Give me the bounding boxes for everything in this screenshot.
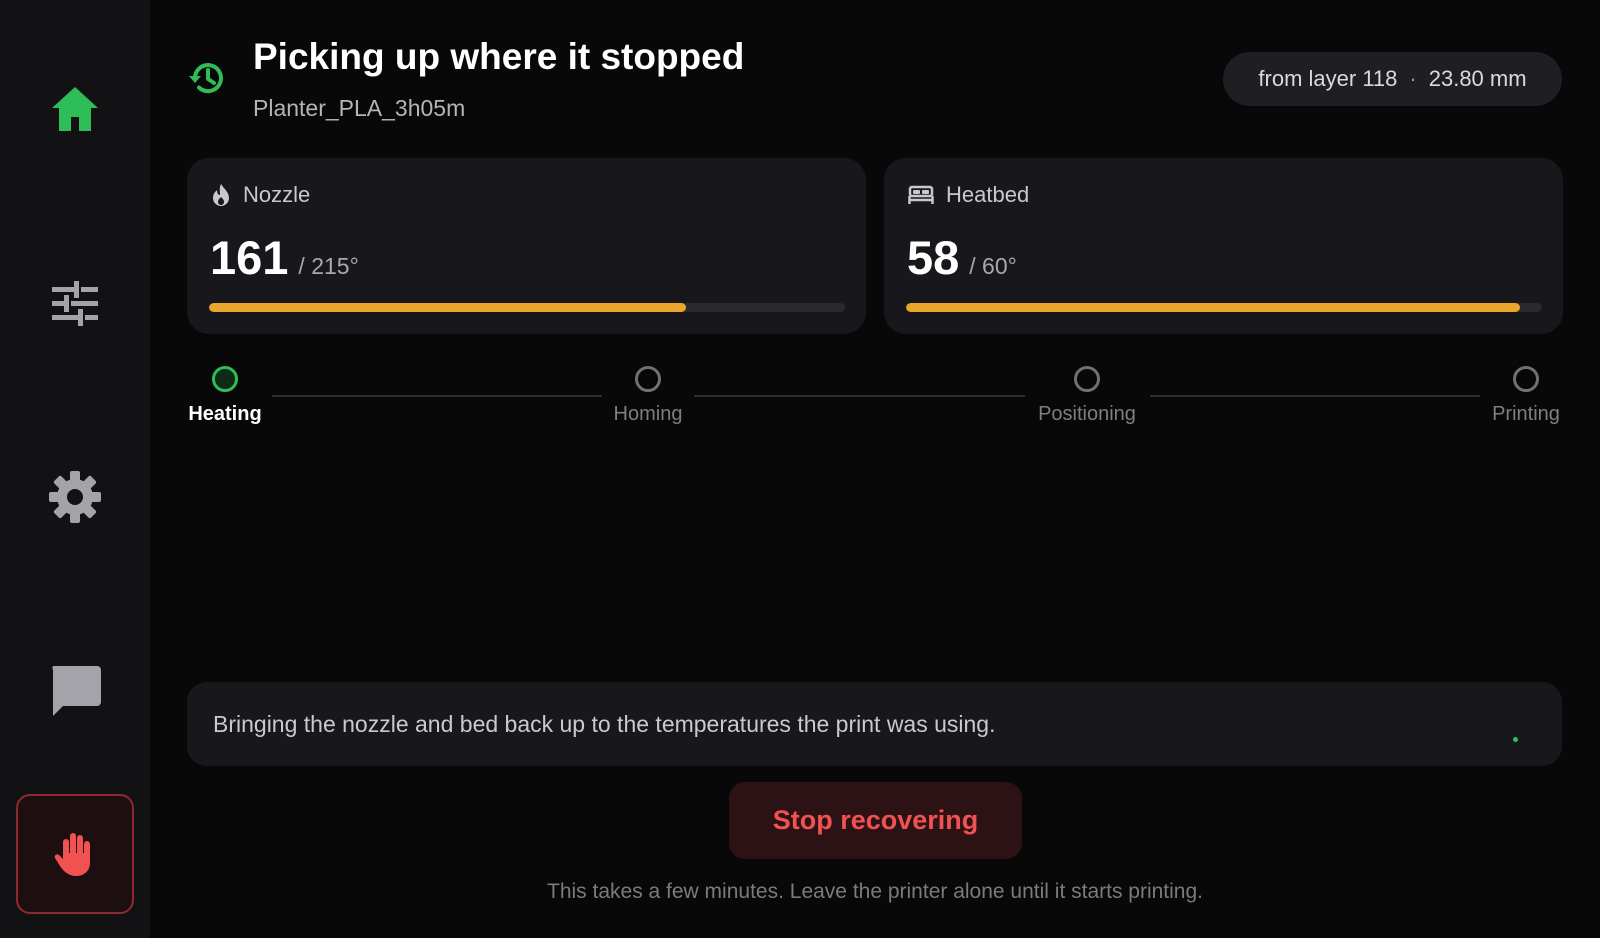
job-filename: Planter_PLA_3h05m — [253, 95, 466, 121]
status-message-box: Bringing the nozzle and bed back up to t… — [187, 682, 1562, 766]
sidebar-item-tune[interactable] — [16, 244, 134, 362]
resume-layer-text: from layer 118 — [1258, 66, 1398, 91]
nozzle-current-temp: 161 — [210, 231, 289, 284]
resume-layer-badge: from layer 118 · 23.80 mm — [1223, 52, 1562, 106]
heatbed-target-temp: / 60° — [969, 253, 1017, 279]
heatbed-progress-fill — [906, 303, 1521, 312]
nozzle-label: Nozzle — [243, 182, 311, 207]
stop-recovering-button[interactable]: Stop recovering — [729, 782, 1022, 859]
step-homing-indicator — [635, 366, 661, 392]
hint-text: This takes a few minutes. Leave the prin… — [547, 880, 1203, 903]
flame-icon — [213, 184, 229, 206]
heatbed-label: Heatbed — [946, 182, 1030, 207]
step-positioning-indicator — [1074, 366, 1100, 392]
heatbed-label-row: Heatbed — [908, 182, 1029, 208]
hand-stop-icon — [54, 833, 90, 876]
step-heating-indicator — [212, 366, 238, 392]
step-connector — [1150, 395, 1480, 397]
bed-icon — [908, 185, 934, 204]
sidebar — [0, 0, 150, 938]
history-icon — [188, 58, 228, 103]
separator-dot: · — [1409, 66, 1417, 91]
heatbed-current-temp: 58 — [907, 231, 960, 284]
step-homing-label: Homing — [613, 403, 683, 425]
heatbed-temp-card: Heatbed 58 / 60° — [884, 158, 1563, 334]
app-root: Picking up where it stopped Planter_PLA_… — [0, 0, 1600, 938]
heatbed-temp-readout: 58 / 60° — [907, 230, 1017, 285]
sidebar-item-settings[interactable] — [16, 438, 134, 556]
nozzle-target-temp: / 215° — [298, 253, 359, 279]
nozzle-label-row: Nozzle — [211, 182, 310, 208]
step-heating-label: Heating — [188, 403, 262, 425]
resume-height-text: 23.80 mm — [1428, 66, 1527, 91]
step-connector — [694, 395, 1025, 397]
sliders-icon — [52, 281, 98, 326]
nozzle-progress-fill — [209, 303, 686, 312]
heatbed-progress-track — [906, 303, 1542, 312]
progress-spinner — [1513, 737, 1518, 742]
step-printing-indicator — [1513, 366, 1539, 392]
status-message: Bringing the nozzle and bed back up to t… — [213, 711, 996, 737]
step-printing-label: Printing — [1492, 403, 1560, 425]
sidebar-item-messages[interactable] — [16, 632, 134, 750]
nozzle-temp-card: Nozzle 161 / 215° — [187, 158, 866, 334]
nozzle-progress-track — [209, 303, 845, 312]
nozzle-temp-readout: 161 / 215° — [210, 230, 359, 285]
step-positioning-label: Positioning — [1038, 403, 1136, 425]
step-connector — [272, 395, 602, 397]
home-icon — [52, 87, 98, 131]
chat-icon — [52, 666, 101, 716]
sidebar-item-home[interactable] — [16, 50, 134, 168]
page-title: Picking up where it stopped — [253, 36, 745, 77]
gear-icon — [49, 471, 101, 523]
